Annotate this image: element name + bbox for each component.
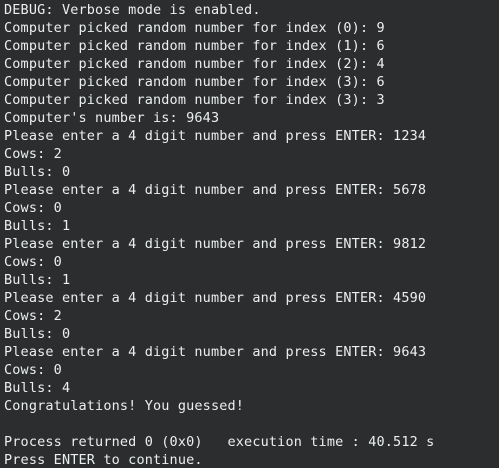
guess-prompt-line: Please enter a 4 digit number and press … [4, 236, 427, 252]
cows-line: Cows: 0 [4, 362, 62, 378]
random-pick-line: Computer picked random number for index … [4, 20, 385, 36]
terminal-window[interactable]: DEBUG: Verbose mode is enabled. Computer… [0, 0, 499, 468]
congratulations-line: Congratulations! You guessed! [4, 398, 245, 414]
random-pick-line: Computer picked random number for index … [4, 92, 385, 108]
cows-line: Cows: 2 [4, 308, 62, 324]
random-pick-line: Computer picked random number for index … [4, 56, 385, 72]
bulls-line: Bulls: 0 [4, 326, 71, 342]
cows-line: Cows: 2 [4, 146, 62, 162]
bulls-line: Bulls: 1 [4, 272, 71, 288]
process-status-line: Process returned 0 (0x0) execution time … [4, 434, 435, 450]
guess-prompt-line: Please enter a 4 digit number and press … [4, 128, 427, 144]
guess-prompt-line: Please enter a 4 digit number and press … [4, 182, 427, 198]
guess-prompt-line: Please enter a 4 digit number and press … [4, 290, 427, 306]
cows-line: Cows: 0 [4, 254, 62, 270]
guess-prompt-line: Please enter a 4 digit number and press … [4, 344, 427, 360]
debug-line: DEBUG: Verbose mode is enabled. [4, 2, 261, 18]
continue-prompt-line: Press ENTER to continue. [4, 452, 203, 468]
random-pick-line: Computer picked random number for index … [4, 38, 385, 54]
bulls-line: Bulls: 0 [4, 164, 71, 180]
cows-line: Cows: 0 [4, 200, 62, 216]
computer-number-line: Computer's number is: 9643 [4, 110, 220, 126]
bulls-line: Bulls: 1 [4, 218, 71, 234]
random-pick-line: Computer picked random number for index … [4, 74, 385, 90]
bulls-line: Bulls: 4 [4, 380, 71, 396]
